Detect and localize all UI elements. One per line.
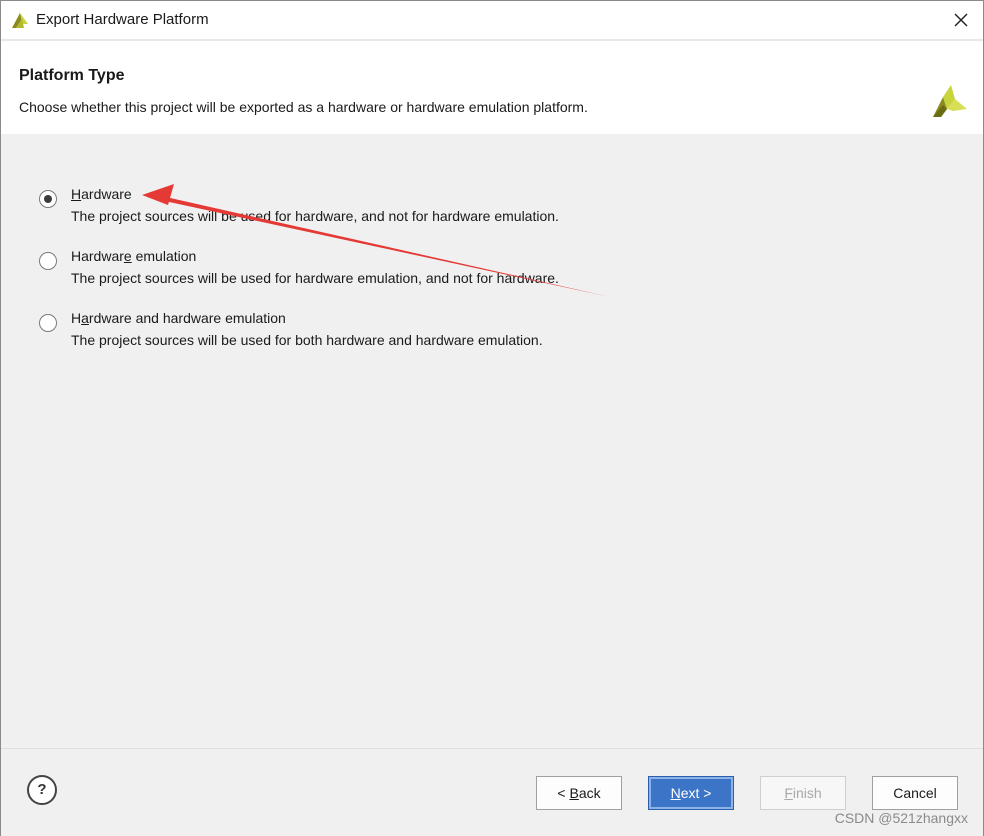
option-description: The project sources will be used for bot… xyxy=(71,332,543,348)
vivado-logo-icon xyxy=(12,13,28,28)
page-title: Platform Type xyxy=(19,67,125,84)
window-title: Export Hardware Platform xyxy=(36,11,209,28)
help-button[interactable]: ? xyxy=(27,775,57,805)
vivado-logo-icon xyxy=(933,85,967,117)
page-description: Choose whether this project will be expo… xyxy=(19,99,588,115)
next-button[interactable]: Next > xyxy=(648,776,734,810)
option-description: The project sources will be used for har… xyxy=(71,270,559,286)
option-label: Hardware xyxy=(71,186,132,202)
radio-hardware[interactable] xyxy=(39,190,57,208)
option-description: The project sources will be used for har… xyxy=(71,208,559,224)
dialog-window: Export Hardware Platform Platform Type C… xyxy=(0,0,984,836)
options-panel: Hardware The project sources will be use… xyxy=(1,134,983,748)
radio-hardware-and-emulation[interactable] xyxy=(39,314,57,332)
option-label: Hardware emulation xyxy=(71,248,197,264)
radio-hardware-emulation[interactable] xyxy=(39,252,57,270)
cancel-button[interactable]: Cancel xyxy=(872,776,958,810)
close-icon[interactable] xyxy=(947,6,975,34)
option-label: Hardware and hardware emulation xyxy=(71,310,286,326)
title-bar: Export Hardware Platform xyxy=(1,1,983,39)
page-header: Platform Type Choose whether this projec… xyxy=(1,39,983,136)
back-button[interactable]: < Back xyxy=(536,776,622,810)
finish-button[interactable]: Finish xyxy=(760,776,846,810)
watermark: CSDN @521zhangxx xyxy=(834,810,968,826)
